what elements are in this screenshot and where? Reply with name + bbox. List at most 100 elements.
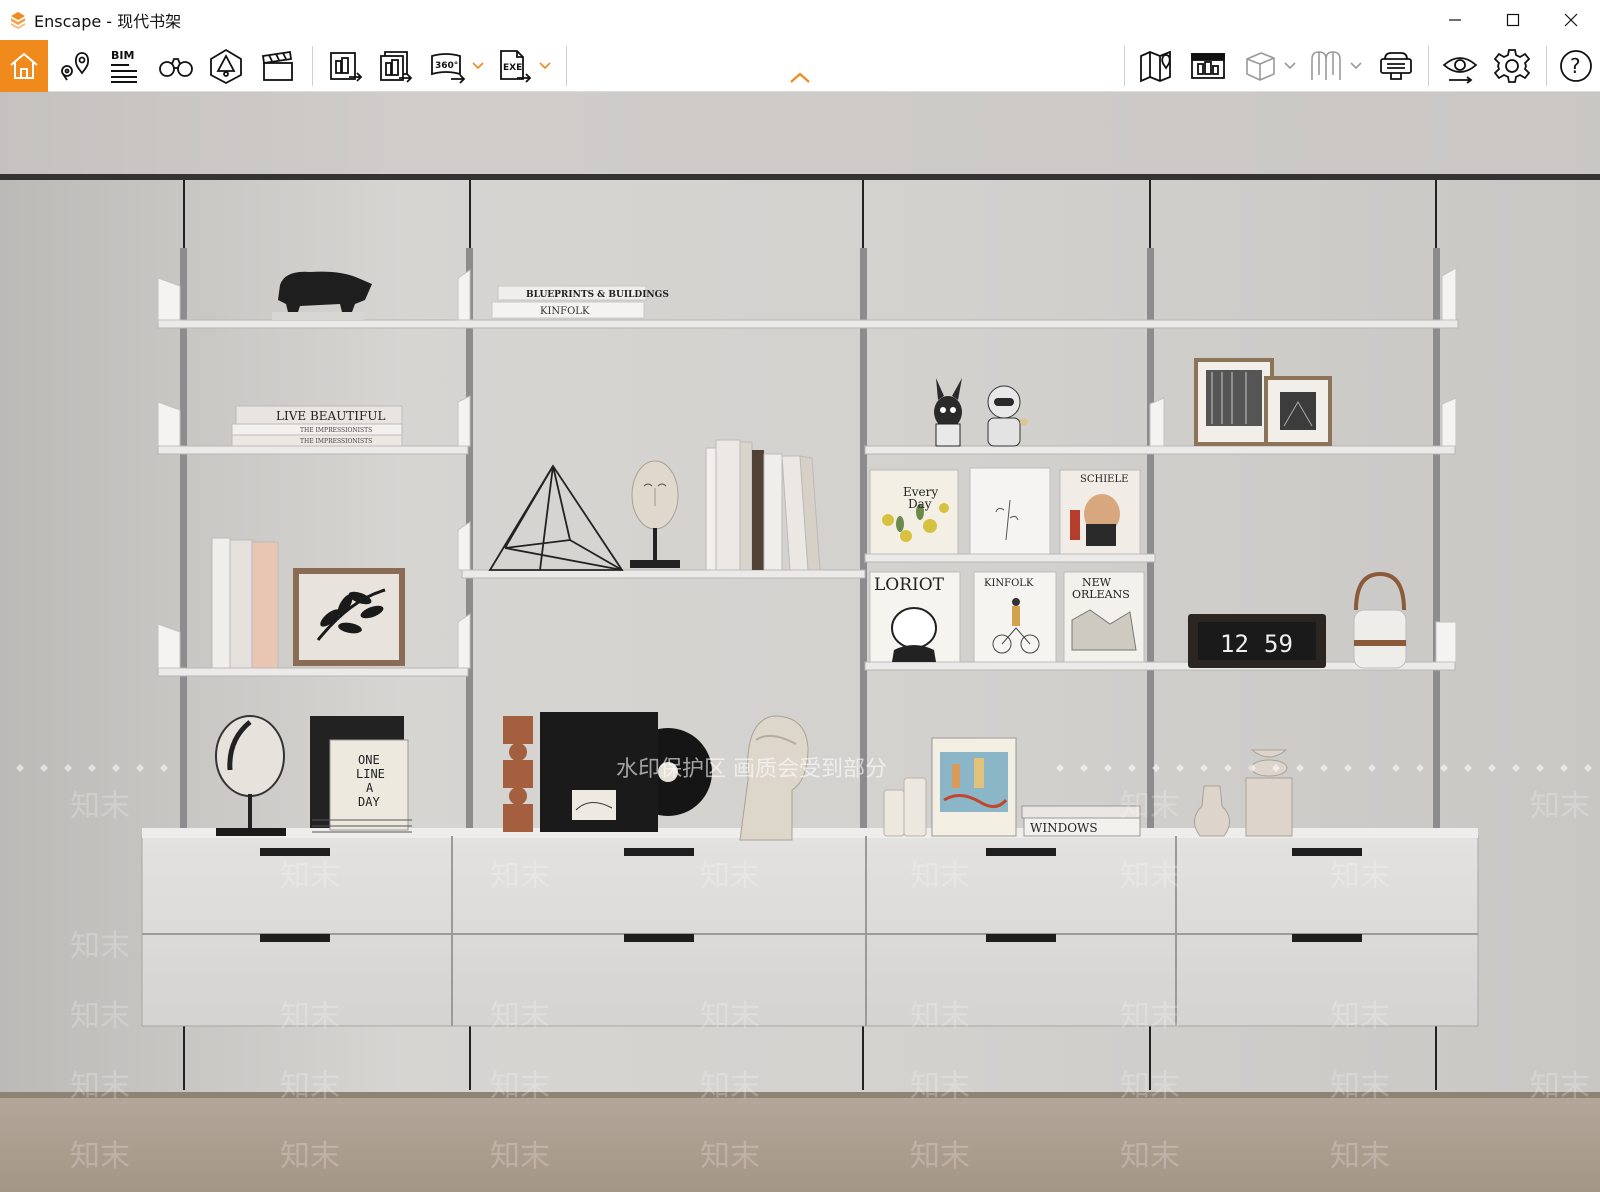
views-manager-button[interactable] bbox=[1184, 42, 1232, 90]
svg-text:知末: 知末 bbox=[280, 859, 340, 894]
settings-button[interactable] bbox=[1488, 42, 1536, 90]
enscape-logo-icon bbox=[11, 12, 25, 29]
exe-export-button[interactable]: EXE bbox=[490, 42, 538, 90]
panorama-button[interactable]: 360° bbox=[424, 42, 472, 90]
visual-settings-button[interactable] bbox=[1436, 42, 1484, 90]
toolbar-separator bbox=[566, 46, 567, 86]
svg-text:知末: 知末 bbox=[1530, 1069, 1590, 1104]
panorama-dropdown[interactable] bbox=[470, 56, 486, 76]
svg-text:知末: 知末 bbox=[1330, 1139, 1390, 1174]
book-one-line-line4: DAY bbox=[358, 795, 380, 809]
magazine-every-day-line2: Day bbox=[908, 497, 932, 511]
svg-text:知末: 知末 bbox=[910, 1069, 970, 1104]
svg-text:知末: 知末 bbox=[70, 789, 130, 824]
toolbar: BIM 360° EXE ? bbox=[0, 40, 1600, 92]
svg-text:知末: 知末 bbox=[910, 1139, 970, 1174]
svg-text:知末: 知末 bbox=[1120, 1069, 1180, 1104]
books-blueprints: BLUEPRINTS & BUILDINGS KINFOLK bbox=[491, 285, 669, 319]
clock-minute: 59 bbox=[1264, 630, 1293, 658]
render-viewport[interactable]: BLUEPRINTS & BUILDINGS KINFOLK LIVE BEAU… bbox=[0, 92, 1600, 1192]
world-traveler-calendar bbox=[931, 737, 1017, 837]
batch-render-button[interactable] bbox=[372, 42, 420, 90]
svg-text:知末: 知末 bbox=[490, 859, 550, 894]
maximize-button[interactable] bbox=[1484, 0, 1542, 40]
minimize-button[interactable] bbox=[1426, 0, 1484, 40]
minimize-icon bbox=[1449, 19, 1461, 21]
help-label: ? bbox=[1570, 54, 1581, 78]
help-button[interactable]: ? bbox=[1552, 42, 1600, 90]
orthographic-button[interactable] bbox=[1302, 42, 1350, 90]
home-button[interactable] bbox=[0, 40, 48, 92]
chevron-down-icon bbox=[539, 62, 551, 70]
chevron-down-icon bbox=[1350, 62, 1362, 70]
bim-button[interactable]: BIM bbox=[100, 42, 148, 90]
screenshot-button[interactable] bbox=[322, 42, 370, 90]
close-button[interactable] bbox=[1542, 0, 1600, 40]
svg-text:知末: 知末 bbox=[1330, 1069, 1390, 1104]
toolbar-separator bbox=[1546, 46, 1547, 86]
magazine-new-orleans-line2: ORLEANS bbox=[1072, 588, 1130, 601]
chevron-down-icon bbox=[1284, 62, 1296, 70]
collapse-toolbar-button[interactable] bbox=[784, 68, 816, 88]
window-controls bbox=[1426, 0, 1600, 40]
chevron-down-icon bbox=[472, 62, 484, 70]
orthographic-dropdown[interactable] bbox=[1348, 56, 1364, 76]
book-windows-title: WINDOWS bbox=[1030, 821, 1098, 835]
magazine-kinfolk-title: KINFOLK bbox=[984, 578, 1034, 589]
magazine-loriot-title: LORIOT bbox=[874, 575, 945, 595]
video-editor-button[interactable] bbox=[254, 42, 302, 90]
cube-button[interactable] bbox=[1236, 42, 1284, 90]
book-blueprints-title: BLUEPRINTS & BUILDINGS bbox=[526, 290, 669, 300]
gear-icon bbox=[1493, 49, 1531, 83]
svg-text:知末: 知末 bbox=[1330, 999, 1390, 1034]
books-vertical-left bbox=[211, 537, 279, 669]
svg-text:知末: 知末 bbox=[1120, 859, 1180, 894]
book-one-line-line3: A bbox=[366, 781, 374, 795]
svg-text:知末: 知末 bbox=[910, 859, 970, 894]
book-impressionists-2: THE IMPRESSIONISTS bbox=[300, 438, 372, 445]
svg-text:知末: 知末 bbox=[1120, 789, 1180, 824]
bim-label: BIM bbox=[111, 49, 134, 62]
cube-icon bbox=[1246, 52, 1275, 81]
svg-text:知末: 知末 bbox=[490, 1139, 550, 1174]
binoculars-button[interactable] bbox=[152, 42, 200, 90]
exe-label: EXE bbox=[503, 63, 522, 73]
svg-text:知末: 知末 bbox=[280, 1069, 340, 1104]
eye-icon bbox=[1442, 57, 1478, 84]
svg-text:知末: 知末 bbox=[70, 1139, 130, 1174]
asset-library-button[interactable] bbox=[202, 42, 250, 90]
home-icon bbox=[10, 52, 38, 79]
flip-clock: 12 59 bbox=[1188, 614, 1326, 668]
svg-text:知末: 知末 bbox=[70, 999, 130, 1034]
book-impressionists-1: THE IMPRESSIONISTS bbox=[300, 427, 372, 434]
cube-dropdown[interactable] bbox=[1282, 56, 1298, 76]
svg-text:知末: 知末 bbox=[70, 1069, 130, 1104]
bim-lines-icon: BIM bbox=[111, 49, 137, 83]
exe-dropdown[interactable] bbox=[537, 56, 553, 76]
framed-photo-small bbox=[1264, 376, 1332, 446]
panorama-360-icon: 360° bbox=[431, 53, 466, 84]
books-center-upright bbox=[705, 439, 821, 571]
top-rail bbox=[0, 174, 1600, 180]
svg-text:知末: 知末 bbox=[700, 999, 760, 1034]
magazine-rack-bottom: LORIOT KINFOLK NEW ORLEANS bbox=[869, 571, 1145, 663]
location-pins-icon bbox=[61, 52, 89, 81]
views-button[interactable] bbox=[50, 42, 98, 90]
title-bar: Enscape - 现代书架 bbox=[0, 0, 1600, 40]
window-title: Enscape - 现代书架 bbox=[34, 12, 182, 31]
svg-text:知末: 知末 bbox=[700, 1139, 760, 1174]
svg-text:知末: 知末 bbox=[1530, 789, 1590, 824]
toolbar-separator bbox=[312, 46, 313, 86]
svg-text:知末: 知末 bbox=[910, 999, 970, 1034]
svg-text:知末: 知末 bbox=[490, 1069, 550, 1104]
vr-button[interactable] bbox=[1372, 42, 1420, 90]
watermark-banner: 水印保护区 画质会受到部分 bbox=[616, 757, 887, 782]
clapperboard-icon bbox=[261, 50, 293, 81]
svg-text:知末: 知末 bbox=[1120, 1139, 1180, 1174]
exe-export-icon: EXE bbox=[500, 50, 532, 83]
vr-headset-icon bbox=[1380, 52, 1412, 80]
map-button[interactable] bbox=[1132, 42, 1180, 90]
batch-render-icon bbox=[380, 51, 413, 83]
svg-text:知末: 知末 bbox=[280, 999, 340, 1034]
svg-text:知末: 知末 bbox=[280, 1139, 340, 1174]
